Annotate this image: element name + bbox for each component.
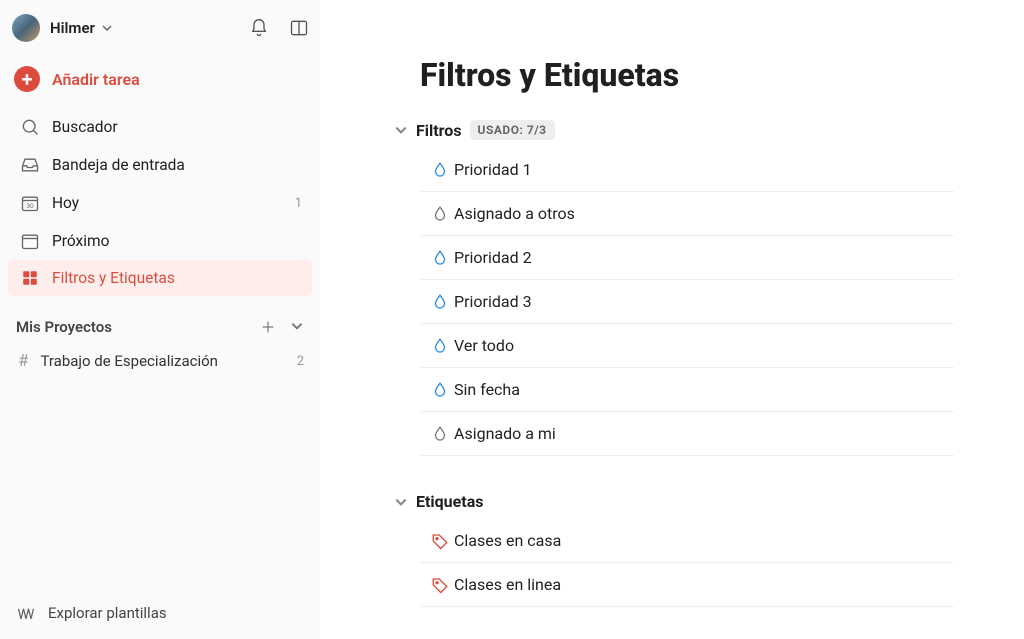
svg-text:30: 30 [26,202,34,210]
chevron-down-icon [394,123,408,137]
nav-upcoming[interactable]: Próximo [8,222,312,260]
drop-icon [426,381,454,399]
chevron-down-icon [101,22,113,34]
inbox-icon [18,155,42,175]
labels-title: Etiquetas [416,492,483,511]
templates-icon [16,603,36,623]
filter-row[interactable]: Prioridad 3 [420,280,954,324]
label-row[interactable]: Clases en linea [420,563,954,607]
labels-group-header[interactable]: Etiquetas [394,492,954,511]
nav-label: Hoy [52,194,79,212]
search-icon [18,117,42,137]
filter-label: Asignado a mi [454,424,556,443]
project-label: Trabajo de Especialización [40,352,217,370]
project-count: 2 [297,354,304,369]
plus-icon: + [14,66,40,92]
add-task-label: Añadir tarea [52,70,140,89]
filter-label: Prioridad 3 [454,292,532,311]
drop-icon [426,205,454,223]
avatar [12,14,40,42]
tag-icon [426,532,454,550]
notifications-icon[interactable] [248,17,270,39]
nav-inbox[interactable]: Bandeja de entrada [8,146,312,184]
filter-row[interactable]: Prioridad 1 [420,148,954,192]
grid-icon [18,269,42,287]
calendar-today-icon: 30 [18,193,42,213]
nav-label: Filtros y Etiquetas [52,269,175,287]
projects-title: Mis Proyectos [16,318,112,336]
filter-row[interactable]: Sin fecha [420,368,954,412]
tag-icon [426,576,454,594]
drop-icon [426,337,454,355]
drop-icon [426,161,454,179]
drop-icon [426,249,454,267]
panel-toggle-icon[interactable] [288,17,310,39]
filter-row[interactable]: Asignado a otros [420,192,954,236]
filter-label: Prioridad 1 [454,160,532,179]
filter-row[interactable]: Ver todo [420,324,954,368]
chevron-down-icon [394,495,408,509]
nav: Buscador Bandeja de entrada 30 Hoy 1 Pró [0,102,320,300]
filter-label: Asignado a otros [454,204,575,223]
filters-usage-badge: USADO: 7/3 [470,120,555,140]
explore-templates[interactable]: Explorar plantillas [0,591,320,635]
label-label: Clases en linea [454,575,561,594]
filters-group-header[interactable]: Filtros USADO: 7/3 [394,120,954,140]
filter-label: Ver todo [454,336,514,355]
labels-list: Clases en casa Clases en linea [420,519,954,607]
user-menu[interactable]: Hilmer [0,8,320,50]
sidebar: Hilmer + Añadir tarea Busca [0,0,320,639]
nav-count: 1 [295,196,302,211]
username: Hilmer [50,19,95,37]
nav-label: Buscador [52,118,118,136]
nav-today[interactable]: 30 Hoy 1 [8,184,312,222]
filter-label: Sin fecha [454,380,520,399]
label-label: Clases en casa [454,531,561,550]
filter-row[interactable]: Asignado a mi [420,412,954,456]
add-task-button[interactable]: + Añadir tarea [0,56,320,102]
nav-search[interactable]: Buscador [8,108,312,146]
nav-label: Próximo [52,232,109,250]
hash-icon: # [18,351,28,371]
add-project-icon[interactable] [260,319,276,335]
project-item[interactable]: # Trabajo de Especialización 2 [0,342,320,380]
label-row[interactable]: Clases en casa [420,519,954,563]
page-title: Filtros y Etiquetas [420,56,954,94]
footer-label: Explorar plantillas [48,604,167,622]
drop-icon [426,293,454,311]
nav-filters-labels[interactable]: Filtros y Etiquetas [8,260,312,296]
projects-header[interactable]: Mis Proyectos [0,300,320,342]
chevron-down-icon[interactable] [290,319,304,335]
filter-row[interactable]: Prioridad 2 [420,236,954,280]
filter-label: Prioridad 2 [454,248,532,267]
filters-title: Filtros [416,121,462,140]
calendar-upcoming-icon [18,231,42,251]
filters-list: Prioridad 1 Asignado a otros Prioridad 2 Pr… [420,148,954,456]
nav-label: Bandeja de entrada [52,156,185,174]
drop-icon [426,425,454,443]
main-content: Filtros y Etiquetas Filtros USADO: 7/3 P… [320,0,1024,639]
